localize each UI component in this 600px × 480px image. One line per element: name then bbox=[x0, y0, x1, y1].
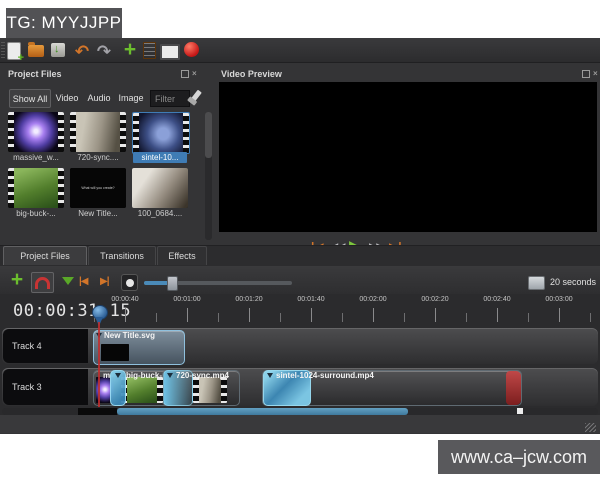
tab-project-files[interactable]: Project Files bbox=[3, 246, 87, 265]
ruler-tick: 00:02:40 bbox=[474, 296, 520, 303]
timeline-toolbar bbox=[0, 266, 600, 295]
file-name[interactable]: big-buck-... bbox=[6, 208, 66, 219]
file-name-selected[interactable]: sintel-10... bbox=[133, 152, 187, 163]
track-4-header[interactable]: Track 4 bbox=[3, 329, 88, 363]
file-thumbnail[interactable] bbox=[132, 168, 188, 208]
file-name[interactable]: New Title... bbox=[68, 208, 128, 219]
file-thumbnail[interactable]: What will you create? bbox=[70, 168, 126, 208]
close-icon[interactable]: × bbox=[593, 71, 598, 77]
track-3-header[interactable]: Track 3 bbox=[3, 369, 88, 405]
top-watermark: TG: MYYJJPP bbox=[6, 8, 122, 38]
playhead-line bbox=[98, 322, 100, 407]
project-files-panel-title: Project Files bbox=[8, 67, 178, 81]
timeline-scrollbar-thumb[interactable] bbox=[117, 408, 408, 415]
filter-audio-button[interactable]: Audio bbox=[86, 89, 112, 106]
video-preview-screen bbox=[219, 82, 597, 232]
clip-label: sintel-1024-surround.mp4 bbox=[276, 371, 374, 380]
save-project-icon[interactable] bbox=[51, 43, 65, 57]
tab-transitions[interactable]: Transitions bbox=[88, 246, 156, 265]
files-scrollbar[interactable] bbox=[205, 112, 212, 240]
openshot-screenshot: ↶ ↷ + Project Files × Show All Video Aud… bbox=[0, 0, 600, 480]
timeline-scrollbar-handle[interactable] bbox=[517, 408, 523, 414]
status-bar bbox=[0, 415, 600, 433]
bottom-watermark: www.ca–jcw.com bbox=[438, 440, 600, 474]
file-thumbnail[interactable] bbox=[8, 112, 64, 152]
ruler-tick: 00:01:00 bbox=[164, 296, 210, 303]
ruler-tick: 00:01:40 bbox=[288, 296, 334, 303]
clip-label: New Title.svg bbox=[104, 331, 155, 340]
fullscreen-icon[interactable] bbox=[160, 44, 180, 60]
import-files-icon[interactable]: + bbox=[121, 40, 139, 60]
zoom-scale-label[interactable]: 20 seconds bbox=[550, 277, 596, 287]
center-on-playhead-icon[interactable] bbox=[121, 274, 138, 291]
previous-marker-icon[interactable]: |◀ bbox=[79, 276, 88, 287]
snapping-toggle[interactable] bbox=[31, 272, 54, 293]
file-thumbnail[interactable] bbox=[8, 168, 64, 208]
zoom-slider-handle[interactable] bbox=[167, 276, 178, 291]
add-track-icon[interactable]: + bbox=[8, 270, 26, 290]
file-name[interactable]: massive_w... bbox=[6, 152, 66, 163]
next-marker-icon[interactable]: ▶| bbox=[100, 276, 109, 287]
project-files-window-icons: × bbox=[181, 70, 197, 78]
ruler-tick: 00:02:00 bbox=[350, 296, 396, 303]
timeline-scrollbar-gap bbox=[78, 408, 117, 415]
clip-label: m bbox=[103, 371, 110, 380]
file-name[interactable]: 720-sync.... bbox=[68, 152, 128, 163]
float-icon[interactable] bbox=[181, 70, 189, 78]
file-name[interactable]: 100_0684.... bbox=[130, 208, 190, 219]
filter-image-button[interactable]: Image bbox=[117, 89, 145, 106]
filter-show-all-button[interactable]: Show All bbox=[9, 89, 51, 108]
redo-icon[interactable]: ↷ bbox=[95, 42, 113, 60]
ruler-tick: 00:00:40 bbox=[102, 296, 148, 303]
new-project-icon[interactable] bbox=[7, 42, 21, 60]
clip-menu-icon[interactable] bbox=[267, 373, 273, 378]
track-4-lane[interactable] bbox=[2, 328, 598, 364]
export-video-icon[interactable] bbox=[184, 42, 199, 57]
close-icon[interactable]: × bbox=[192, 71, 197, 77]
file-thumbnail-selected[interactable] bbox=[132, 112, 190, 154]
window-resize-grip[interactable] bbox=[585, 423, 596, 432]
clip-trim-edge[interactable] bbox=[506, 371, 521, 405]
magnet-icon bbox=[35, 277, 50, 289]
ruler-major-ticks bbox=[125, 308, 596, 322]
clip-menu-icon[interactable] bbox=[167, 373, 173, 378]
add-marker-icon[interactable] bbox=[62, 277, 74, 285]
clip-label: 720-sync.mp4 bbox=[176, 371, 229, 380]
clip-label: big-buck- bbox=[126, 371, 162, 380]
ruler-tick: 00:03:00 bbox=[536, 296, 582, 303]
video-preview-panel-title: Video Preview bbox=[221, 67, 421, 81]
tab-effects[interactable]: Effects bbox=[157, 246, 207, 265]
ruler-tick: 00:01:20 bbox=[226, 296, 272, 303]
filter-video-button[interactable]: Video bbox=[54, 89, 80, 106]
zoom-scale-icon[interactable] bbox=[528, 276, 545, 290]
undo-icon[interactable]: ↶ bbox=[73, 42, 91, 60]
title-thumb-text: What will you create? bbox=[81, 186, 114, 190]
file-thumbnail[interactable] bbox=[70, 112, 126, 152]
clip-menu-icon[interactable] bbox=[115, 373, 121, 378]
choose-profile-icon[interactable] bbox=[143, 42, 156, 59]
ruler-tick: 00:02:20 bbox=[412, 296, 458, 303]
toolbar-grip[interactable] bbox=[1, 42, 5, 58]
video-preview-window-icons: × bbox=[582, 70, 598, 78]
float-icon[interactable] bbox=[582, 70, 590, 78]
open-project-icon[interactable] bbox=[28, 45, 44, 57]
filter-input[interactable] bbox=[150, 90, 190, 107]
